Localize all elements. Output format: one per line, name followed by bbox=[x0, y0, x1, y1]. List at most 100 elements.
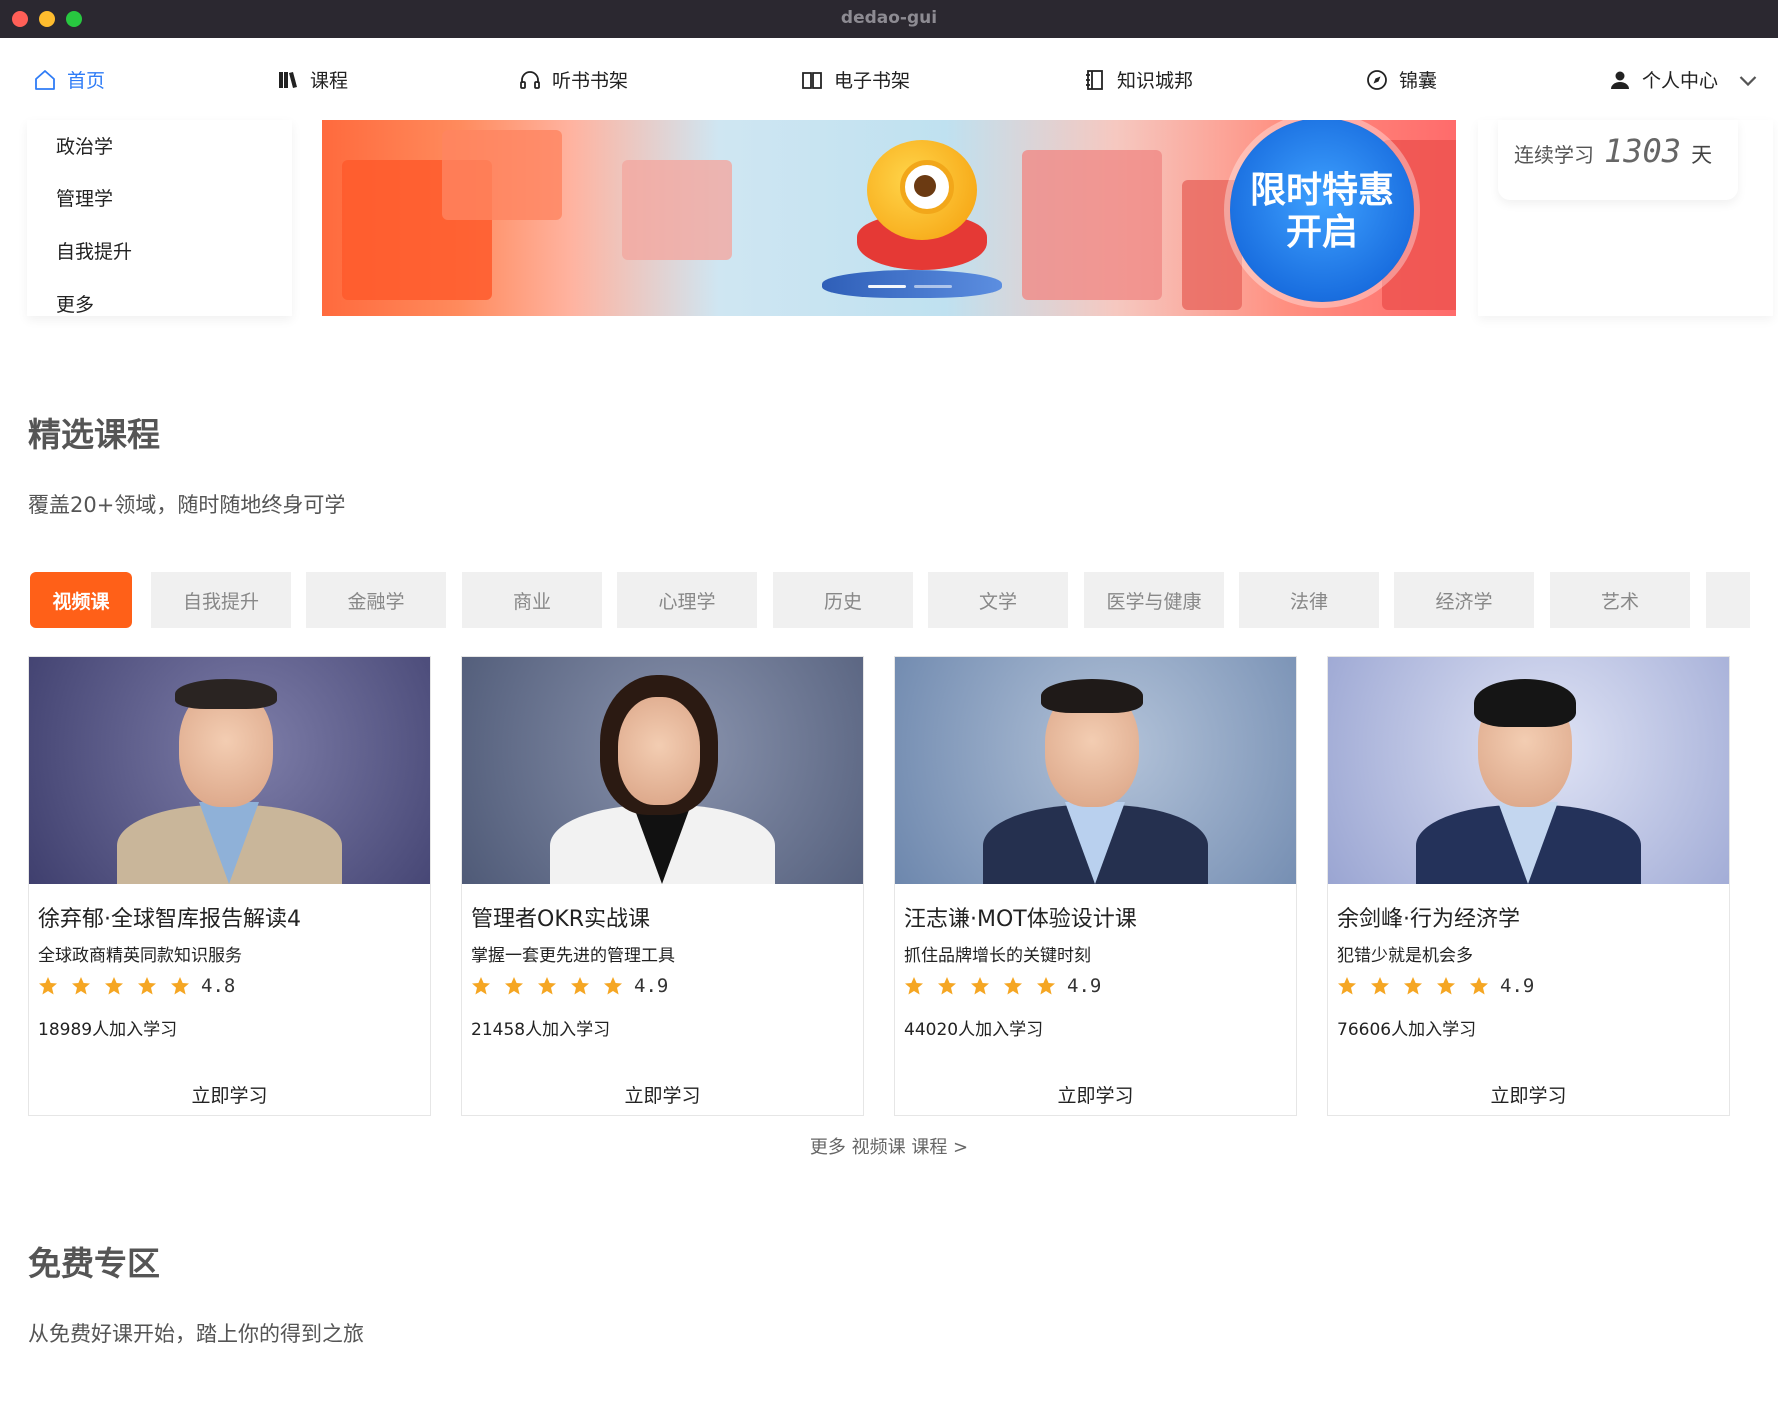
course-title: 管理者OKR实战课 bbox=[471, 907, 651, 932]
star-icon bbox=[1338, 977, 1356, 995]
course-card[interactable]: 汪志谦·MOT体验设计课 抓住品牌增长的关键时刻 4.9 44020人加入学习 … bbox=[894, 656, 1297, 1116]
course-rating: 4.9 bbox=[1067, 975, 1102, 997]
category-item[interactable]: 政治学 bbox=[56, 132, 113, 159]
top-navbar: 首页 课程 听书书架 电子书架 知识城邦 锦囊 个人中心 bbox=[0, 38, 1778, 120]
course-learners: 44020人加入学习 bbox=[904, 1020, 1044, 1040]
nav-courses[interactable]: 课程 bbox=[276, 66, 348, 93]
free-section-title: 免费专区 bbox=[28, 1244, 160, 1283]
promo-badge: 限时特惠 开启 bbox=[1230, 120, 1414, 302]
figure-hair bbox=[1474, 679, 1576, 727]
tab-psychology[interactable]: 心理学 bbox=[617, 572, 757, 628]
course-title: 汪志谦·MOT体验设计课 bbox=[904, 907, 1137, 932]
home-icon bbox=[35, 69, 55, 90]
course-cover-image bbox=[895, 657, 1296, 884]
course-rating: 4.9 bbox=[634, 975, 669, 997]
star-icon bbox=[472, 977, 490, 995]
app-window: dedao-gui 首页 课程 听书书架 电子书架 知识城邦 锦囊 个人中心 政… bbox=[0, 0, 1778, 1428]
tab-literature[interactable]: 文学 bbox=[928, 572, 1068, 628]
start-learning-button[interactable]: 立即学习 bbox=[1328, 1081, 1729, 1108]
category-item[interactable]: 自我提升 bbox=[56, 237, 132, 264]
tab-law[interactable]: 法律 bbox=[1239, 572, 1379, 628]
course-title: 余剑峰·行为经济学 bbox=[1337, 907, 1520, 932]
featured-section-title: 精选课程 bbox=[28, 415, 160, 454]
nav-tips[interactable]: 锦囊 bbox=[1365, 66, 1437, 93]
tab-video-course[interactable]: 视频课 bbox=[30, 572, 132, 628]
nav-knowledge-city-label: 知识城邦 bbox=[1117, 70, 1194, 92]
book-pile-shape bbox=[622, 160, 732, 260]
free-section-subtitle: 从免费好课开始，踏上你的得到之旅 bbox=[28, 1322, 364, 1346]
figure-hair bbox=[1041, 679, 1143, 713]
star-icon bbox=[171, 977, 189, 995]
carousel-dot[interactable] bbox=[868, 285, 906, 288]
mascot-pupil bbox=[914, 175, 936, 197]
nav-home-label: 首页 bbox=[67, 70, 106, 92]
window-title: dedao-gui bbox=[840, 8, 938, 28]
course-cover-image bbox=[1328, 657, 1729, 884]
nav-ebook-shelf[interactable]: 电子书架 bbox=[800, 66, 910, 93]
star-icon bbox=[1437, 977, 1455, 995]
tab-economics[interactable]: 经济学 bbox=[1394, 572, 1534, 628]
nav-audiobook-shelf[interactable]: 听书书架 bbox=[518, 66, 628, 93]
nav-knowledge-city[interactable]: 知识城邦 bbox=[1083, 66, 1193, 93]
course-learners: 21458人加入学习 bbox=[471, 1020, 611, 1040]
featured-category-tabs: 视频课 自我提升 金融学 商业 心理学 历史 文学 医学与健康 法律 经济学 艺… bbox=[30, 572, 1750, 628]
nav-courses-label: 课程 bbox=[310, 70, 349, 92]
featured-section-subtitle: 覆盖20+领域，随时随地终身可学 bbox=[28, 493, 346, 517]
course-card[interactable]: 徐弃郁·全球智库报告解读4 全球政商精英同款知识服务 4.8 18989人加入学… bbox=[28, 656, 431, 1116]
user-icon bbox=[1611, 71, 1629, 89]
tab-overflow[interactable] bbox=[1706, 572, 1750, 628]
streak-label: 连续学习 bbox=[1514, 143, 1594, 167]
course-rating: 4.9 bbox=[1500, 975, 1535, 997]
tab-business[interactable]: 商业 bbox=[462, 572, 602, 628]
rating-stars: 4.8 bbox=[38, 975, 235, 997]
figure-hair bbox=[175, 679, 277, 709]
tab-medicine-health[interactable]: 医学与健康 bbox=[1084, 572, 1224, 628]
start-learning-button[interactable]: 立即学习 bbox=[29, 1081, 430, 1108]
course-rating: 4.8 bbox=[201, 975, 236, 997]
tab-art[interactable]: 艺术 bbox=[1550, 572, 1690, 628]
star-icon bbox=[138, 977, 156, 995]
nav-home[interactable]: 首页 bbox=[33, 66, 105, 93]
promo-badge-line2: 开启 bbox=[1285, 212, 1358, 253]
open-book-icon bbox=[802, 71, 822, 89]
headphones-icon bbox=[520, 70, 540, 89]
star-icon bbox=[1470, 977, 1488, 995]
nav-audiobook-shelf-label: 听书书架 bbox=[552, 70, 629, 92]
tab-finance[interactable]: 金融学 bbox=[306, 572, 446, 628]
rating-stars: 4.9 bbox=[471, 975, 668, 997]
nav-profile[interactable]: 个人中心 bbox=[1608, 66, 1760, 93]
course-cover-image bbox=[462, 657, 863, 884]
course-card[interactable]: 管理者OKR实战课 掌握一套更先进的管理工具 4.9 21458人加入学习 立即… bbox=[461, 656, 864, 1116]
star-icon bbox=[1004, 977, 1022, 995]
start-learning-button[interactable]: 立即学习 bbox=[462, 1081, 863, 1108]
nav-profile-label: 个人中心 bbox=[1642, 70, 1719, 92]
more-courses-link[interactable]: 更多 视频课 课程 > bbox=[0, 1133, 1778, 1159]
figure-face bbox=[618, 697, 700, 805]
tab-self-improvement[interactable]: 自我提升 bbox=[151, 572, 291, 628]
tab-history[interactable]: 历史 bbox=[773, 572, 913, 628]
promo-banner[interactable]: 限时特惠 开启 bbox=[322, 120, 1456, 316]
course-subtitle: 犯错少就是机会多 bbox=[1337, 946, 1473, 966]
star-icon bbox=[505, 977, 523, 995]
course-card[interactable]: 余剑峰·行为经济学 犯错少就是机会多 4.9 76606人加入学习 立即学习 bbox=[1327, 656, 1730, 1116]
streak-days: 1303 bbox=[1604, 132, 1682, 170]
carousel-indicators bbox=[868, 285, 952, 288]
book-pile-shape bbox=[1022, 150, 1162, 300]
course-learners: 76606人加入学习 bbox=[1337, 1020, 1477, 1040]
category-more[interactable]: 更多 bbox=[56, 290, 94, 317]
carousel-dot[interactable] bbox=[914, 285, 952, 288]
category-item[interactable]: 管理学 bbox=[56, 184, 113, 211]
star-icon bbox=[604, 977, 622, 995]
title-bar: dedao-gui bbox=[0, 0, 1778, 38]
star-icon bbox=[39, 977, 57, 995]
streak-panel: 连续学习 1303 天 bbox=[1478, 120, 1773, 316]
course-subtitle: 全球政商精英同款知识服务 bbox=[38, 946, 242, 966]
star-icon bbox=[1371, 977, 1389, 995]
star-icon bbox=[971, 977, 989, 995]
star-icon bbox=[72, 977, 90, 995]
course-cover-image bbox=[29, 657, 430, 884]
promo-badge-text: 限时特惠 开启 bbox=[1230, 170, 1414, 254]
start-learning-button[interactable]: 立即学习 bbox=[895, 1081, 1296, 1108]
streak-unit: 天 bbox=[1691, 143, 1713, 167]
star-icon bbox=[105, 977, 123, 995]
